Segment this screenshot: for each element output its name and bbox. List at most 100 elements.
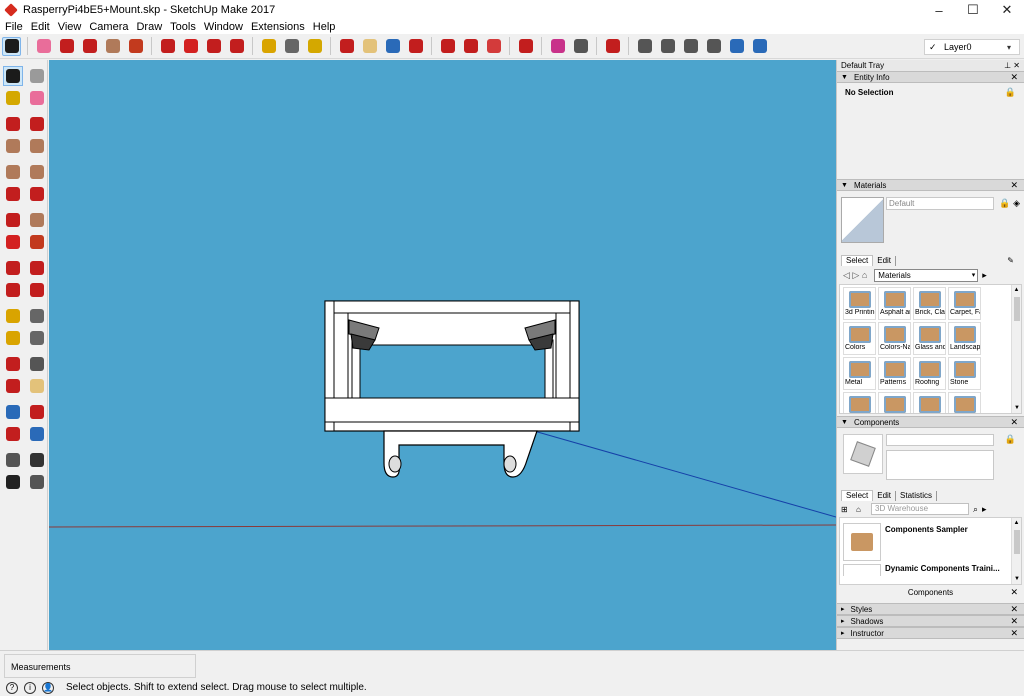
move-icon[interactable] bbox=[3, 232, 23, 252]
axes-icon[interactable] bbox=[3, 354, 23, 374]
text-icon[interactable] bbox=[27, 328, 47, 348]
move-icon[interactable] bbox=[181, 37, 200, 56]
maximize-button[interactable]: ☐ bbox=[956, 0, 990, 20]
material-side-icons[interactable]: 🔒 ◈ bbox=[999, 197, 1020, 210]
3d-text-icon[interactable] bbox=[27, 354, 47, 374]
two-point-arc-icon[interactable] bbox=[27, 184, 47, 204]
rectangle-icon[interactable] bbox=[3, 136, 23, 156]
push-pull-icon[interactable] bbox=[126, 37, 145, 56]
scale-icon[interactable] bbox=[3, 280, 23, 300]
menu-window[interactable]: Window bbox=[204, 21, 243, 33]
offset-icon[interactable] bbox=[27, 280, 47, 300]
search-icon[interactable]: ⌕ bbox=[973, 504, 978, 515]
list-item[interactable]: Components Sampler bbox=[840, 518, 1021, 564]
lock-icon[interactable]: 🔒 bbox=[1005, 87, 1016, 98]
iso-view-icon[interactable] bbox=[635, 37, 654, 56]
material-folder-item[interactable]: Carpet, Fabric bbox=[948, 287, 981, 320]
three-point-arc-icon[interactable] bbox=[3, 210, 23, 230]
shadows-header[interactable]: ▸ Shadows ✕ bbox=[837, 615, 1024, 627]
user-icon[interactable]: 👤 bbox=[42, 681, 54, 694]
push-pull-icon[interactable] bbox=[27, 232, 47, 252]
styles-header[interactable]: ▸ Styles ✕ bbox=[837, 603, 1024, 615]
material-folder-item[interactable]: Roofing bbox=[913, 357, 946, 390]
entity-info-header[interactable]: ▼ Entity Info ✕ bbox=[837, 71, 1024, 83]
tab-edit[interactable]: Edit bbox=[873, 491, 897, 501]
left-view-icon[interactable] bbox=[750, 37, 769, 56]
warehouse-search-input[interactable]: 3D Warehouse bbox=[871, 503, 969, 515]
menu-draw[interactable]: Draw bbox=[136, 21, 162, 33]
menu-tools[interactable]: Tools bbox=[170, 21, 196, 33]
offset-icon[interactable] bbox=[158, 37, 177, 56]
close-icon[interactable]: ✕ bbox=[1010, 616, 1018, 627]
material-folder-item[interactable]: 3d Printing bbox=[843, 287, 876, 320]
material-folder-item[interactable]: Brick, Cladding bbox=[913, 287, 946, 320]
close-icon[interactable]: ✕ bbox=[1010, 180, 1018, 191]
zoom-extents-icon[interactable] bbox=[3, 424, 23, 444]
right-view-icon[interactable] bbox=[704, 37, 723, 56]
section-plane-icon[interactable] bbox=[27, 472, 47, 492]
pan-icon[interactable] bbox=[360, 37, 379, 56]
text-icon[interactable] bbox=[282, 37, 301, 56]
tab-edit[interactable]: Edit bbox=[873, 256, 897, 266]
zoom-extents-icon[interactable] bbox=[406, 37, 425, 56]
lock-icon[interactable]: 🔒 bbox=[1005, 434, 1016, 445]
material-folder-item[interactable]: Synthetic bbox=[843, 392, 876, 413]
close-icon[interactable]: ✕ bbox=[1010, 587, 1018, 598]
details-icon[interactable]: ▸ bbox=[982, 504, 987, 515]
protractor-icon[interactable] bbox=[3, 328, 23, 348]
view-options-icon[interactable]: ⊞ bbox=[841, 505, 853, 514]
menu-camera[interactable]: Camera bbox=[89, 21, 128, 33]
tray-pin-icon[interactable]: ⊥ ✕ bbox=[1004, 61, 1020, 70]
menu-file[interactable]: File bbox=[5, 21, 23, 33]
tape-measure-icon[interactable] bbox=[259, 37, 278, 56]
layers-icon[interactable] bbox=[548, 37, 567, 56]
front-view-icon[interactable] bbox=[681, 37, 700, 56]
paint-bucket-icon[interactable] bbox=[3, 88, 23, 108]
rotate-icon[interactable] bbox=[3, 258, 23, 278]
paint-bucket-icon[interactable] bbox=[305, 37, 324, 56]
material-folder-item[interactable]: Glass and bbox=[913, 322, 946, 355]
close-icon[interactable]: ✕ bbox=[1010, 604, 1018, 615]
material-folder-item[interactable]: Landscape bbox=[948, 322, 981, 355]
line-icon[interactable] bbox=[57, 37, 76, 56]
pie-icon[interactable] bbox=[27, 210, 47, 230]
zoom-icon[interactable] bbox=[383, 37, 402, 56]
component-name-field[interactable] bbox=[886, 434, 994, 446]
select-icon[interactable] bbox=[3, 66, 23, 86]
instructor-header[interactable]: ▸ Instructor ✕ bbox=[837, 627, 1024, 639]
material-folder-item[interactable]: Metal bbox=[843, 357, 876, 390]
follow-me-icon[interactable] bbox=[27, 258, 47, 278]
tab-select[interactable]: Select bbox=[841, 255, 874, 266]
material-folder-item[interactable]: Asphalt and bbox=[878, 287, 911, 320]
material-folder-item[interactable]: Tile bbox=[878, 392, 911, 413]
tab-statistics[interactable]: Statistics bbox=[896, 491, 938, 501]
rotate-icon[interactable] bbox=[204, 37, 223, 56]
menu-view[interactable]: View bbox=[58, 21, 82, 33]
material-folder-item[interactable]: Stone bbox=[948, 357, 981, 390]
eraser-icon[interactable] bbox=[27, 88, 47, 108]
walk-icon[interactable] bbox=[3, 472, 23, 492]
close-icon[interactable]: ✕ bbox=[1010, 72, 1018, 83]
close-icon[interactable]: ✕ bbox=[1010, 628, 1018, 639]
close-button[interactable]: ✕ bbox=[990, 0, 1024, 20]
scale-icon[interactable] bbox=[227, 37, 246, 56]
menu-help[interactable]: Help bbox=[313, 21, 336, 33]
zoom-window-icon[interactable] bbox=[27, 402, 47, 422]
polygon-icon[interactable] bbox=[27, 162, 47, 182]
share-model-icon[interactable] bbox=[484, 37, 503, 56]
nav-arrows-icon[interactable]: ◁ ▷ ⌂ bbox=[843, 270, 867, 281]
components-scrollbar[interactable]: ▲ ▼ bbox=[1011, 518, 1021, 584]
material-folder-item[interactable]: Patterns bbox=[878, 357, 911, 390]
geo-location-icon[interactable] bbox=[603, 37, 622, 56]
eraser-icon[interactable] bbox=[34, 37, 53, 56]
tape-measure-icon[interactable] bbox=[3, 306, 23, 326]
orbit-icon[interactable] bbox=[3, 376, 23, 396]
component-description-field[interactable] bbox=[886, 450, 994, 480]
arc-icon[interactable] bbox=[80, 37, 99, 56]
top-view-icon[interactable] bbox=[658, 37, 677, 56]
dimension-icon[interactable] bbox=[27, 306, 47, 326]
material-folder-item[interactable]: Water bbox=[913, 392, 946, 413]
list-item[interactable]: Dynamic Components Traini... bbox=[840, 564, 1021, 576]
minimize-button[interactable]: – bbox=[922, 0, 956, 20]
material-library-select[interactable]: Materials ▾ bbox=[874, 268, 979, 282]
